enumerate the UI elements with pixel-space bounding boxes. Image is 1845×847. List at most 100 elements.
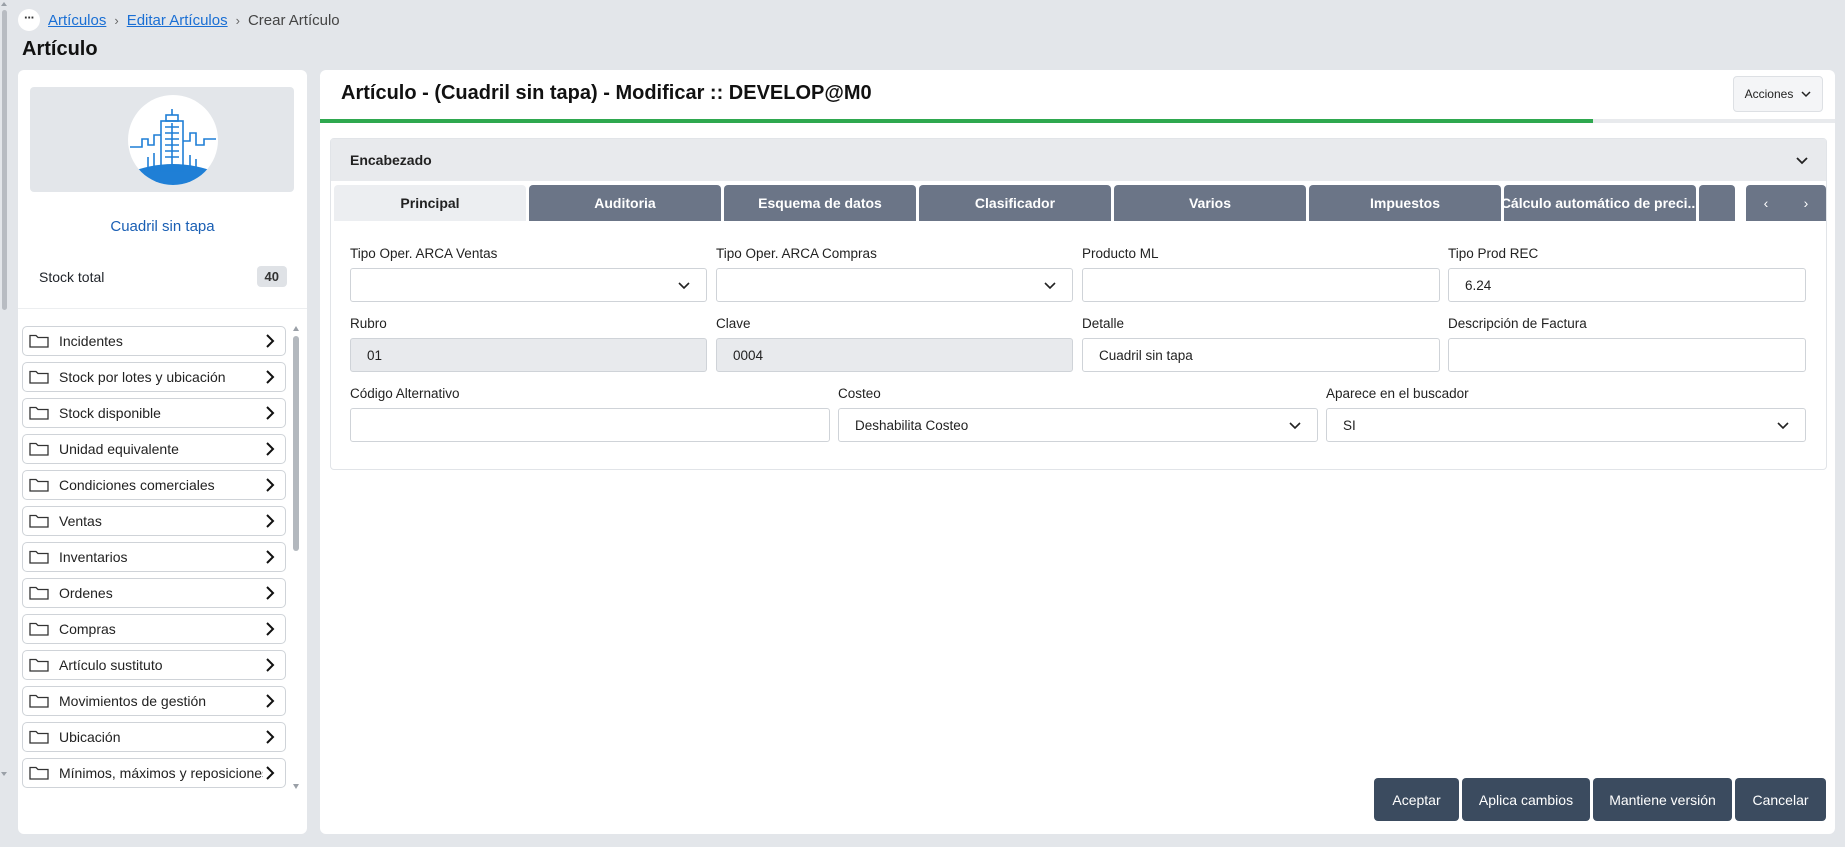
breadcrumb-link-articulos[interactable]: Artículos <box>48 12 106 29</box>
field-tipo-prod-rec: Tipo Prod REC 6.24 <box>1448 246 1806 302</box>
section-header[interactable]: Encabezado <box>331 139 1826 181</box>
tab-scroll-controls: ‹ › <box>1746 185 1826 221</box>
breadcrumb-link-editar-articulos[interactable]: Editar Artículos <box>127 12 228 29</box>
sidebar-item-ventas[interactable]: Ventas <box>22 506 286 536</box>
mantiene-version-button[interactable]: Mantiene versión <box>1593 778 1732 821</box>
tipo-oper-compras-select[interactable] <box>716 268 1073 302</box>
tab-esquema-datos[interactable]: Esquema de datos <box>724 185 916 221</box>
sidebar-item-label: Ventas <box>59 513 102 529</box>
divider <box>18 308 307 309</box>
tab-next-button[interactable]: › <box>1786 185 1826 221</box>
sidebar-item-label: Movimientos de gestión <box>59 693 207 709</box>
stock-total-badge: 40 <box>256 266 287 287</box>
sidebar-item-movimientos-gestion[interactable]: Movimientos de gestión <box>22 686 286 716</box>
codigo-alternativo-input[interactable] <box>350 408 830 442</box>
tipo-prod-rec-input[interactable]: 6.24 <box>1448 268 1806 302</box>
sidebar-item-label: Incidentes <box>59 333 123 349</box>
tab-principal[interactable]: Principal <box>334 185 526 221</box>
chevron-down-icon <box>1289 422 1301 430</box>
select-value: Deshabilita Costeo <box>855 417 969 433</box>
clave-input: 0004 <box>716 338 1073 372</box>
sidebar-item-label: Unidad equivalente <box>59 441 179 457</box>
tab-overflow[interactable] <box>1699 185 1735 221</box>
field-codigo-alternativo: Código Alternativo <box>350 386 830 442</box>
actions-dropdown-button[interactable]: Acciones <box>1733 76 1823 112</box>
breadcrumb: ··· Artículos › Editar Artículos › Crear… <box>18 9 340 31</box>
tab-prev-button[interactable]: ‹ <box>1746 185 1786 221</box>
breadcrumb-more-button[interactable]: ··· <box>18 9 40 31</box>
descripcion-factura-input[interactable] <box>1448 338 1806 372</box>
tab-clasificador[interactable]: Clasificador <box>919 185 1111 221</box>
main-panel: Artículo - (Cuadril sin tapa) - Modifica… <box>320 70 1835 834</box>
field-producto-ml: Producto ML <box>1082 246 1440 302</box>
aparece-buscador-select[interactable]: SI <box>1326 408 1806 442</box>
chevron-down-icon <box>1796 157 1808 165</box>
window-scrollbar[interactable] <box>0 0 9 780</box>
field-descripcion-factura: Descripción de Factura <box>1448 316 1806 372</box>
stock-total-label: Stock total <box>39 268 105 285</box>
aceptar-button[interactable]: Aceptar <box>1374 778 1459 821</box>
field-label: Producto ML <box>1082 246 1159 261</box>
folder-icon <box>29 586 49 600</box>
cancelar-button[interactable]: Cancelar <box>1735 778 1826 821</box>
folder-icon <box>29 730 49 744</box>
producto-ml-input[interactable] <box>1082 268 1440 302</box>
field-label: Código Alternativo <box>350 386 460 401</box>
sidebar-item-condiciones-comerciales[interactable]: Condiciones comerciales <box>22 470 286 500</box>
breadcrumb-current: Crear Artículo <box>247 11 340 29</box>
section-title: Encabezado <box>350 152 432 168</box>
scroll-down-arrow[interactable] <box>1 772 7 776</box>
tab-varios[interactable]: Varios <box>1114 185 1306 221</box>
field-label: Costeo <box>838 386 881 401</box>
select-value: SI <box>1343 417 1356 433</box>
tab-bar: Principal Auditoria Esquema de datos Cla… <box>334 185 1824 221</box>
window-scroll-thumb[interactable] <box>2 10 7 310</box>
sidebar-item-ubicacion[interactable]: Ubicación <box>22 722 286 752</box>
scroll-up-arrow[interactable] <box>293 326 299 331</box>
field-aparece-buscador: Aparece en el buscador SI <box>1326 386 1806 442</box>
detalle-input[interactable]: Cuadril sin tapa <box>1082 338 1440 372</box>
field-rubro: Rubro 01 <box>350 316 707 372</box>
scroll-up-arrow[interactable] <box>1 2 7 6</box>
sidebar-item-compras[interactable]: Compras <box>22 614 286 644</box>
chevron-right-icon <box>266 406 275 420</box>
chevron-right-icon <box>266 658 275 672</box>
field-costeo: Costeo Deshabilita Costeo <box>838 386 1318 442</box>
costeo-select[interactable]: Deshabilita Costeo <box>838 408 1318 442</box>
scroll-down-arrow[interactable] <box>293 784 299 789</box>
tipo-oper-ventas-select[interactable] <box>350 268 707 302</box>
item-name-link[interactable]: Cuadril sin tapa <box>18 218 307 235</box>
folder-icon <box>29 478 49 492</box>
folder-icon <box>29 514 49 528</box>
tab-auditoria[interactable]: Auditoria <box>529 185 721 221</box>
side-nav-scroll-thumb[interactable] <box>293 336 299 551</box>
folder-icon <box>29 622 49 636</box>
field-label: Tipo Oper. ARCA Ventas <box>350 246 498 261</box>
chevron-down-icon <box>1777 422 1789 430</box>
sidebar-item-label: Stock disponible <box>59 405 161 421</box>
progress-bar <box>320 119 1835 123</box>
sidebar-item-label: Condiciones comerciales <box>59 477 215 493</box>
sidebar-item-ordenes[interactable]: Ordenes <box>22 578 286 608</box>
chevron-down-icon <box>1801 91 1811 98</box>
stock-total-row: Stock total 40 <box>39 266 287 287</box>
tab-calculo-precios[interactable]: Cálculo automático de preci... <box>1504 185 1696 221</box>
sidebar-item-incidentes[interactable]: Incidentes <box>22 326 286 356</box>
sidebar-item-articulo-sustituto[interactable]: Artículo sustituto <box>22 650 286 680</box>
sidebar-item-stock-lotes[interactable]: Stock por lotes y ubicación <box>22 362 286 392</box>
sidebar-item-inventarios[interactable]: Inventarios <box>22 542 286 572</box>
aplica-cambios-button[interactable]: Aplica cambios <box>1462 778 1590 821</box>
field-label: Descripción de Factura <box>1448 316 1587 331</box>
side-nav-scrollbar[interactable] <box>291 324 301 792</box>
field-label: Detalle <box>1082 316 1125 331</box>
field-label: Aparece en el buscador <box>1326 386 1469 401</box>
field-label: Clave <box>716 316 751 331</box>
tab-impuestos[interactable]: Impuestos <box>1309 185 1501 221</box>
sidebar-item-minimos-maximos[interactable]: Mínimos, máximos y reposiciones <box>22 758 286 788</box>
sidebar-item-label: Artículo sustituto <box>59 657 163 673</box>
chevron-down-icon <box>1044 282 1056 290</box>
form-title: Artículo - (Cuadril sin tapa) - Modifica… <box>341 82 872 104</box>
building-icon <box>128 95 218 185</box>
sidebar-item-stock-disponible[interactable]: Stock disponible <box>22 398 286 428</box>
sidebar-item-unidad-equivalente[interactable]: Unidad equivalente <box>22 434 286 464</box>
